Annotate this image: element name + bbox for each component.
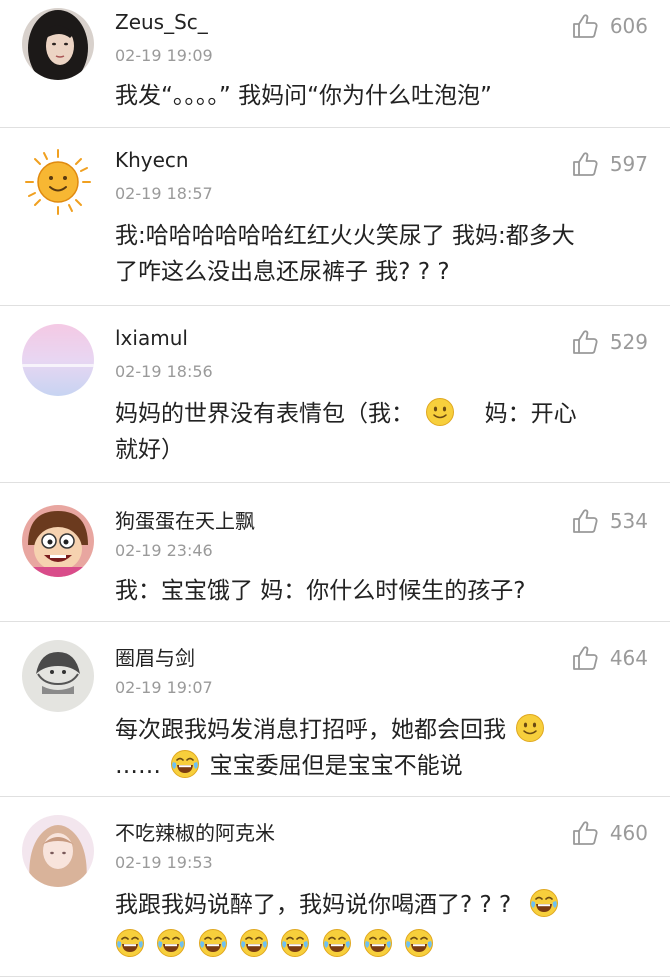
comment-line: 我发“。。。。” 我妈问“你为什么吐泡泡” (115, 83, 492, 109)
like-count: 606 (609, 14, 648, 38)
thumbs-up-icon (572, 819, 600, 847)
username[interactable]: lxiamul (115, 326, 188, 350)
like-count: 529 (609, 330, 648, 354)
laugh-cry-emoji-icon (322, 928, 352, 958)
avatar[interactable] (22, 815, 94, 887)
thumbs-up-icon (572, 12, 600, 40)
avatar[interactable] (22, 8, 94, 80)
timestamp: 02-19 23:46 (115, 541, 213, 560)
avatar[interactable] (22, 640, 94, 712)
smile-emoji-icon (515, 713, 545, 743)
comment-text: 妈妈的世界没有表情包（我： 妈：开心 就好） (115, 396, 646, 468)
laugh-cry-emoji-icon (239, 928, 269, 958)
like-count: 597 (609, 152, 648, 176)
comment-item: 狗蛋蛋在天上飘 02-19 23:46 534 我：宝宝饿了 妈：你什么时候生的… (0, 483, 670, 622)
username[interactable]: 不吃辣椒的阿克米 (115, 817, 275, 846)
username[interactable]: 狗蛋蛋在天上飘 (115, 505, 255, 534)
like-count: 460 (609, 821, 648, 845)
like-button[interactable]: 534 (572, 507, 648, 535)
thumbs-up-icon (572, 507, 600, 535)
comment-text: 我：宝宝饿了 妈：你什么时候生的孩子? (115, 573, 646, 609)
thumbs-up-icon (572, 644, 600, 672)
comment-line: 我:哈哈哈哈哈哈红红火火笑尿了 我妈:都多大 (115, 223, 575, 249)
comment-line: 我：宝宝饿了 妈：你什么时候生的孩子? (115, 578, 526, 604)
like-button[interactable]: 529 (572, 328, 648, 356)
like-count: 464 (609, 646, 648, 670)
timestamp: 02-19 19:07 (115, 678, 213, 697)
laugh-cry-emoji-icon (280, 928, 310, 958)
laugh-cry-emoji-icon (156, 928, 186, 958)
thumbs-up-icon (572, 328, 600, 356)
comment-line: 我跟我妈说醉了，我妈说你喝酒了? ? ? (115, 887, 646, 923)
comment-item: Zeus_Sc_ 02-19 19:09 606 我发“。。。。” 我妈问“你为… (0, 0, 670, 128)
comment-line: …… 宝宝委屈但是宝宝不能说 (115, 748, 646, 784)
like-button[interactable]: 464 (572, 644, 648, 672)
smile-emoji-icon (425, 397, 455, 427)
like-count: 534 (609, 509, 648, 533)
comment-line (115, 927, 646, 963)
username[interactable]: Zeus_Sc_ (115, 10, 208, 34)
laugh-cry-emoji-icon (529, 888, 559, 918)
laugh-cry-emoji-icon (198, 928, 228, 958)
comment-segment: 我跟我妈说醉了，我妈说你喝酒了? ? ? (115, 892, 512, 918)
avatar[interactable] (22, 146, 94, 218)
comment-text: 每次跟我妈发消息打招呼，她都会回我 …… 宝宝委屈但是宝宝不能说 (115, 712, 646, 784)
comment-line: 妈妈的世界没有表情包（我： 妈：开心 (115, 396, 646, 432)
comment-item: 圈眉与剑 02-19 19:07 464 每次跟我妈发消息打招呼，她都会回我 …… (0, 622, 670, 797)
timestamp: 02-19 19:53 (115, 853, 213, 872)
comment-item: lxiamul 02-19 18:56 529 妈妈的世界没有表情包（我： 妈：… (0, 306, 670, 483)
comment-segment: …… (115, 753, 161, 779)
comment-segment: 妈：开心 (484, 401, 577, 427)
avatar[interactable] (22, 324, 94, 396)
comment-segment: 每次跟我妈发消息打招呼，她都会回我 (115, 717, 506, 743)
comment-text: 我跟我妈说醉了，我妈说你喝酒了? ? ? (115, 887, 646, 963)
like-button[interactable]: 460 (572, 819, 648, 847)
thumbs-up-icon (572, 150, 600, 178)
laugh-cry-emoji-icon (404, 928, 434, 958)
laugh-cry-emoji-icon (115, 928, 145, 958)
comment-segment: 妈妈的世界没有表情包（我： (115, 401, 414, 427)
laugh-cry-emoji-icon (363, 928, 393, 958)
comment-text: 我发“。。。。” 我妈问“你为什么吐泡泡” (115, 78, 646, 114)
comment-segment: 宝宝委屈但是宝宝不能说 (209, 753, 463, 779)
timestamp: 02-19 18:56 (115, 362, 213, 381)
comment-item: 不吃辣椒的阿克米 02-19 19:53 460 我跟我妈说醉了，我妈说你喝酒了… (0, 797, 670, 977)
comment-text: 我:哈哈哈哈哈哈红红火火笑尿了 我妈:都多大 了咋这么没出息还尿裤子 我? ? … (115, 218, 646, 290)
comment-line: 每次跟我妈发消息打招呼，她都会回我 (115, 712, 646, 748)
timestamp: 02-19 18:57 (115, 184, 213, 203)
like-button[interactable]: 606 (572, 12, 648, 40)
comment-line: 就好） (115, 437, 184, 463)
like-button[interactable]: 597 (572, 150, 648, 178)
avatar[interactable] (22, 505, 94, 577)
username[interactable]: Khyecn (115, 148, 189, 172)
comment-line: 了咋这么没出息还尿裤子 我? ? ? (115, 259, 450, 285)
laugh-cry-emoji-icon (170, 749, 200, 779)
comment-item: Khyecn 02-19 18:57 597 我:哈哈哈哈哈哈红红火火笑尿了 我… (0, 128, 670, 306)
username[interactable]: 圈眉与剑 (115, 642, 195, 671)
timestamp: 02-19 19:09 (115, 46, 213, 65)
